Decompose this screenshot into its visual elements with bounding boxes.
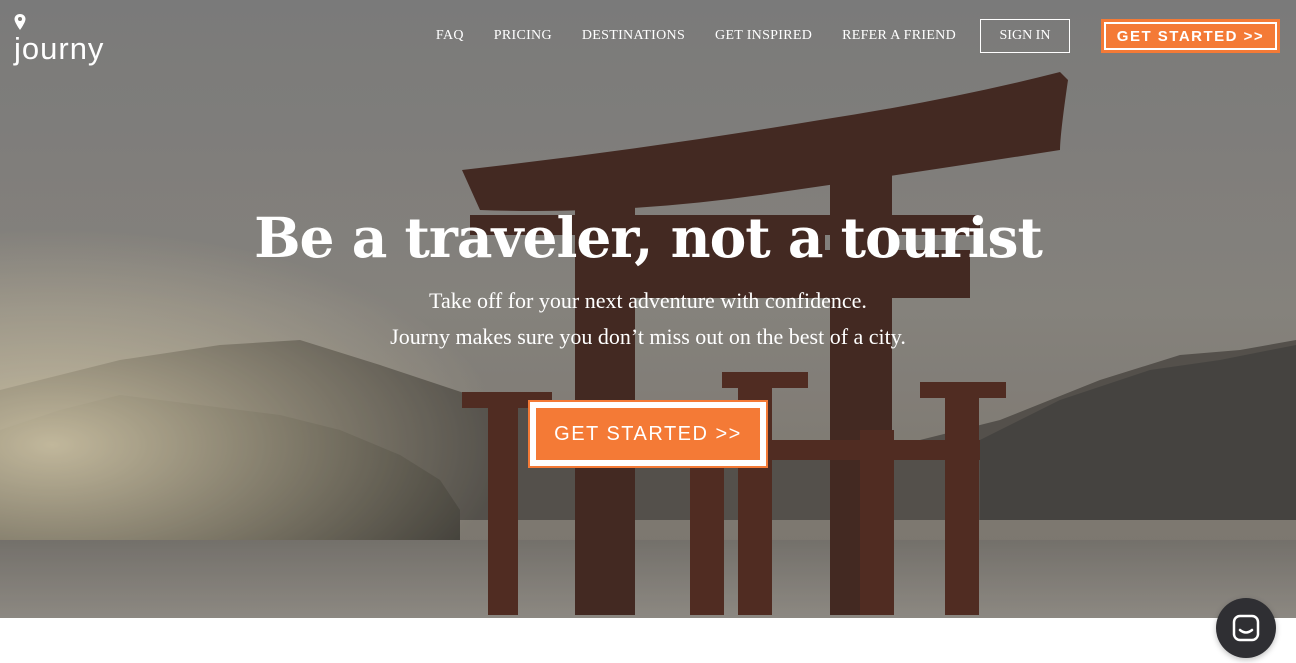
nav-link-refer-a-friend[interactable]: REFER A FRIEND [842,18,956,54]
nav-link-faq[interactable]: FAQ [436,18,464,54]
hero-get-started-button[interactable]: GET STARTED >> [536,408,760,460]
logo-text: journy [14,31,105,66]
journy-logo[interactable]: journy [14,14,124,64]
top-navigation: FAQ PRICING DESTINATIONS GET INSPIRED RE… [436,18,1280,54]
sign-in-button[interactable]: SIGN IN [980,19,1070,53]
nav-link-destinations[interactable]: DESTINATIONS [582,18,685,54]
chat-launcher-button[interactable] [1216,598,1276,658]
nav-link-get-inspired[interactable]: GET INSPIRED [715,18,812,54]
nav-link-pricing[interactable]: PRICING [494,18,552,54]
map-pin-icon [14,14,26,30]
hero-get-started-frame: GET STARTED >> [528,400,768,468]
chat-icon [1232,614,1260,642]
nav-get-started-button[interactable]: GET STARTED >> [1101,19,1280,53]
hero-subline-1: Take off for your next adventure with co… [429,288,867,313]
hero-subline-2: Journy makes sure you don’t miss out on … [390,324,906,349]
hero-headline: Be a traveler, not a tourist [254,205,1043,270]
